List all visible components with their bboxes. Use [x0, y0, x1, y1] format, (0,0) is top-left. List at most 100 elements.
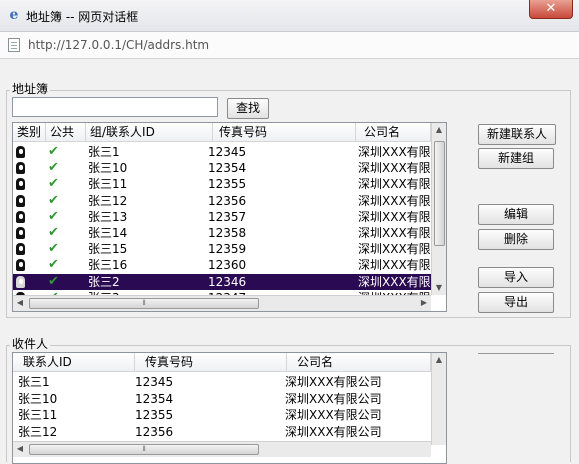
table-row[interactable]: ✔ 张三10 12354 深圳XXX有限公: [13, 160, 431, 176]
addressbook-label: 地址簿: [10, 80, 51, 97]
company-cell: 深圳XXX有限公: [358, 177, 431, 192]
table-row[interactable]: ✔ 张三1 12345 深圳XXX有限公: [13, 144, 431, 160]
scroll-left-arrow[interactable]: ◀: [13, 296, 27, 311]
scroll-thumb-horizontal[interactable]: ⦀: [29, 444, 259, 455]
recipients-label: 收件人: [10, 335, 51, 352]
fax-cell: 12355: [208, 177, 247, 192]
check-icon: ✔: [48, 257, 59, 273]
check-icon: ✔: [48, 241, 59, 257]
table-row[interactable]: ✔ 张三16 12360 深圳XXX有限公: [13, 257, 431, 273]
fax-cell: 12356: [135, 424, 174, 439]
edit-button[interactable]: 编辑: [478, 204, 554, 225]
contact-id-cell: 张三15: [88, 242, 128, 257]
window-title: 地址簿 -- 网页对话框: [26, 10, 139, 24]
import-button[interactable]: 导入: [478, 267, 554, 288]
search-button[interactable]: 查找: [227, 98, 269, 119]
col-category[interactable]: 类别: [13, 123, 46, 142]
col-recipient-fax[interactable]: 传真号码: [135, 353, 287, 372]
addressbook-list[interactable]: 类别 公共 组/联系人ID 传真号码 公司名 ✔ 张三1 12345 深圳XXX有限公…: [12, 122, 447, 312]
table-row[interactable]: ✔ 张三15 12359 深圳XXX有限公: [13, 241, 431, 257]
contact-icon: [16, 227, 25, 239]
contact-id-cell: 张三14: [88, 226, 128, 240]
company-cell: 深圳XXX有限公司: [285, 375, 382, 389]
company-cell: 深圳XXX有限公: [358, 258, 431, 273]
table-row[interactable]: ✔ 张三2 12346 深圳XXX有限公: [13, 273, 431, 290]
contact-icon: [16, 259, 25, 272]
fax-cell: 12357: [208, 209, 247, 224]
new-group-button[interactable]: 新建组: [478, 148, 554, 169]
company-cell: 深圳XXX有限公: [358, 226, 431, 240]
contact-id-cell: 张三11: [88, 177, 128, 192]
contact-icon: [16, 162, 25, 175]
scroll-thumb-horizontal[interactable]: ⦀: [29, 298, 259, 309]
contact-id-cell: 张三10: [88, 161, 128, 176]
recipients-vertical-scrollbar[interactable]: ▲: [431, 353, 446, 445]
contact-icon: [16, 275, 25, 288]
search-input[interactable]: [12, 97, 218, 117]
table-row[interactable]: 张三1 12345 深圳XXX有限公司: [13, 374, 431, 390]
check-icon: ✔: [48, 208, 59, 224]
recipients-horizontal-scrollbar[interactable]: ◀ ⦀: [13, 441, 431, 457]
company-cell: 深圳XXX有限公司: [285, 424, 382, 439]
scroll-up-arrow[interactable]: ▲: [432, 123, 446, 137]
contact-icon: [16, 243, 25, 256]
contact-id-cell: 张三1: [88, 145, 120, 159]
fax-cell: 12346: [208, 274, 247, 289]
col-recipient-company[interactable]: 公司名: [287, 353, 431, 372]
scroll-thumb[interactable]: [434, 141, 445, 246]
contact-icon: [16, 146, 25, 158]
fax-cell: 12355: [135, 408, 174, 422]
col-public[interactable]: 公共: [46, 123, 86, 142]
horizontal-scrollbar[interactable]: ◀ ⦀ ▶: [13, 295, 431, 311]
table-row[interactable]: ✔ 张三11 12355 深圳XXX有限公: [13, 176, 431, 192]
contact-icon: [16, 194, 25, 207]
check-icon: ✔: [48, 192, 59, 208]
fax-cell: 12360: [208, 258, 247, 273]
scroll-left-arrow[interactable]: ◀: [13, 442, 27, 457]
contact-icon: [16, 178, 25, 191]
col-company[interactable]: 公司名: [356, 123, 431, 142]
company-cell: 深圳XXX有限公司: [285, 391, 382, 406]
new-contact-button[interactable]: 新建联系人: [478, 124, 556, 145]
contact-id-cell: 张三2: [88, 274, 120, 289]
table-row[interactable]: ✔ 张三12 12356 深圳XXX有限公: [13, 193, 431, 209]
contact-id-cell: 张三16: [88, 258, 128, 273]
table-row[interactable]: ✔ 张三13 12357 深圳XXX有限公: [13, 209, 431, 225]
check-icon: ✔: [48, 160, 59, 176]
close-button[interactable]: ✕: [529, 0, 573, 19]
fax-cell: 12345: [135, 375, 174, 389]
company-cell: 深圳XXX有限公: [358, 161, 431, 176]
divider: [478, 353, 554, 354]
address-bar: http://127.0.0.1/CH/addrs.htm: [0, 32, 579, 59]
scroll-up-arrow[interactable]: ▲: [432, 353, 446, 367]
export-button[interactable]: 导出: [478, 292, 554, 313]
contact-id-cell: 张三10: [18, 391, 58, 406]
table-row[interactable]: 张三12 12356 深圳XXX有限公司: [13, 424, 431, 440]
vertical-scrollbar[interactable]: ▲ ▼: [431, 123, 446, 295]
fax-cell: 12359: [208, 242, 247, 257]
table-row[interactable]: 张三11 12355 深圳XXX有限公司: [13, 407, 431, 423]
company-cell: 深圳XXX有限公司: [285, 408, 382, 422]
company-cell: 深圳XXX有限公: [358, 145, 431, 159]
delete-button[interactable]: 删除: [478, 229, 554, 250]
scroll-right-arrow[interactable]: ▶: [417, 296, 431, 311]
contact-id-cell: 张三12: [88, 193, 128, 208]
company-cell: 深圳XXX有限公: [358, 209, 431, 224]
check-icon: ✔: [48, 144, 59, 159]
contact-id-cell: 张三11: [18, 408, 58, 422]
scroll-down-arrow[interactable]: ▼: [432, 281, 446, 295]
col-contact-id[interactable]: 联系人ID: [13, 353, 135, 372]
check-icon: ✔: [48, 273, 59, 289]
table-row[interactable]: 张三10 12354 深圳XXX有限公司: [13, 391, 431, 407]
recipients-list[interactable]: 联系人ID 传真号码 公司名 张三1 12345 深圳XXX有限公司 张三10 1235…: [12, 352, 447, 464]
col-group-contact-id[interactable]: 组/联系人ID: [86, 123, 213, 142]
recipients-header: 联系人ID 传真号码 公司名: [13, 353, 431, 372]
check-icon: ✔: [48, 225, 59, 240]
list-header: 类别 公共 组/联系人ID 传真号码 公司名: [13, 123, 431, 142]
col-fax[interactable]: 传真号码: [213, 123, 356, 142]
ie-icon: e: [9, 7, 19, 23]
fax-cell: 12354: [208, 161, 247, 176]
check-icon: ✔: [48, 176, 59, 192]
fax-cell: 12354: [135, 391, 174, 406]
table-row[interactable]: ✔ 张三14 12358 深圳XXX有限公: [13, 225, 431, 241]
